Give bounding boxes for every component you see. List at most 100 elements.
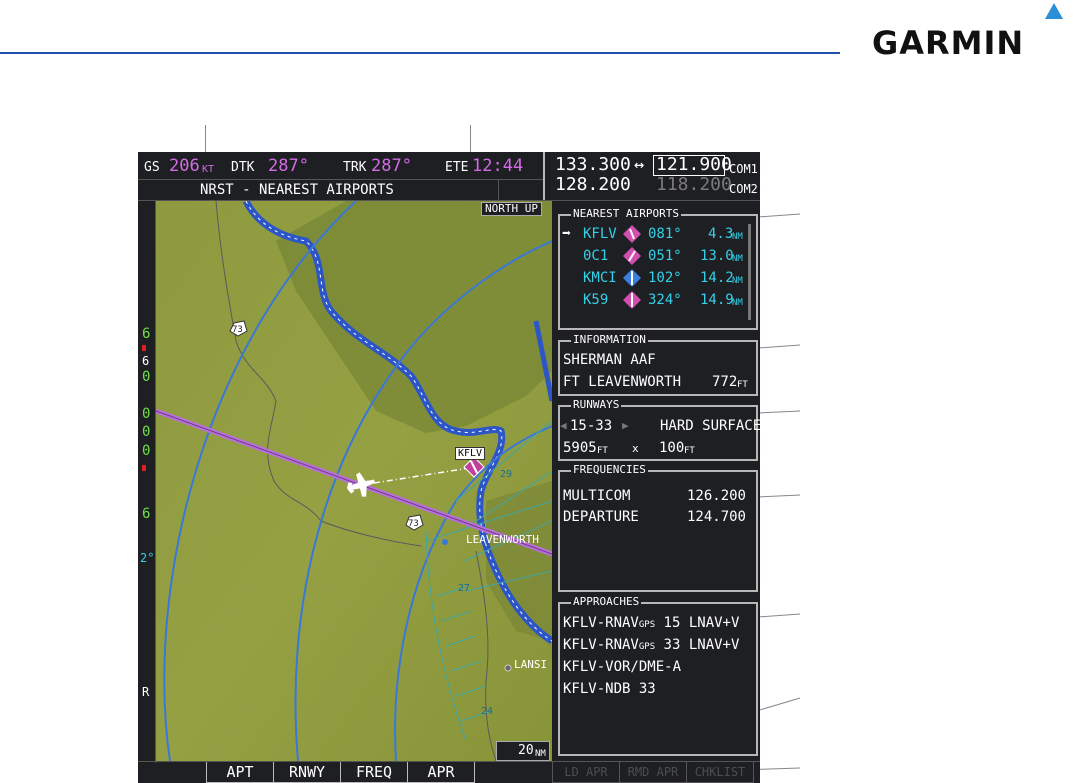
swap-arrow-icon[interactable]: ↔: [634, 157, 644, 174]
approach-subscript: GPS: [638, 642, 656, 652]
runway-prev-icon[interactable]: ◀: [560, 418, 567, 434]
frequency-name: MULTICOM: [563, 488, 631, 504]
strip-num: 0: [142, 406, 151, 422]
airport-name: SHERMAN AAF: [563, 352, 656, 368]
runway-designator[interactable]: 15-33: [570, 418, 612, 434]
dtk-value: 287°: [268, 156, 309, 176]
runway-surface: HARD SURFACE: [660, 418, 760, 434]
runways-title: RUNWAYS: [571, 398, 622, 411]
strip-num: 0: [142, 424, 151, 440]
softkey-ld-apr[interactable]: LD APR: [552, 762, 620, 783]
airport-symbol-icon: [623, 269, 641, 287]
airport-symbol-icon: [623, 247, 641, 265]
mfd-display: GS 206 KT DTK 287° TRK 287° ETE 12:44 NR…: [138, 152, 760, 783]
city-map-label: LANSI: [514, 658, 548, 671]
strip-num: 0: [142, 443, 151, 459]
approach-item[interactable]: KFLV-RNAVGPS 33 LNAV+V: [563, 637, 739, 655]
nearest-airports-title: NEAREST AIRPORTS: [571, 207, 681, 220]
frequency-name: DEPARTURE: [563, 509, 639, 525]
airport-elevation: 772: [712, 374, 738, 390]
airport-distance-unit: NM: [732, 276, 743, 286]
gs-value: 206: [169, 156, 200, 176]
approach-name: KFLV-VOR/DME-A: [563, 659, 682, 675]
strip-red-mark: [142, 465, 146, 471]
softkey-freq[interactable]: FREQ: [340, 762, 408, 783]
airport-ident[interactable]: K59: [583, 292, 608, 308]
approach-suffix: 15 LNAV+V: [655, 615, 740, 631]
com2-standby: 118.200: [656, 174, 732, 195]
frequencies-title: FREQUENCIES: [571, 463, 648, 476]
runway-width-unit: FT: [684, 446, 695, 456]
road-number: 24: [481, 706, 494, 717]
map-range-unit: NM: [535, 749, 546, 759]
strip-num: R: [142, 685, 150, 699]
nearest-airports-scrollbar[interactable]: [748, 224, 751, 320]
airport-ident[interactable]: 0C1: [583, 248, 608, 264]
trk-label: TRK: [343, 160, 367, 175]
strip-num: 6: [142, 326, 151, 342]
airport-ident[interactable]: KMCI: [583, 270, 617, 286]
road-number: 29: [500, 469, 513, 480]
map-orientation-label[interactable]: NORTH UP: [481, 202, 542, 216]
airport-distance: 13.0: [700, 248, 734, 264]
runway-by: x: [632, 442, 639, 455]
strip-num: 6: [142, 354, 150, 368]
airport-distance: 14.2: [700, 270, 734, 286]
runway-next-icon[interactable]: ▶: [622, 418, 629, 434]
com2-label: COM2: [729, 182, 758, 196]
runway-length-unit: FT: [597, 446, 608, 456]
approach-name: KFLV-RNAV: [563, 637, 639, 653]
map-range-value: 20: [518, 743, 534, 758]
approach-item[interactable]: KFLV-VOR/DME-A: [563, 659, 681, 675]
approach-name: KFLV-RNAV: [563, 615, 639, 631]
strip-num: 0: [142, 369, 151, 385]
strip-num: 6: [142, 506, 151, 522]
frequency-value[interactable]: 126.200: [686, 488, 746, 504]
strip-red-mark: [142, 345, 146, 351]
top-bar-divider: [138, 179, 543, 180]
airport-bearing: 051°: [648, 248, 682, 264]
road-number: 27: [458, 583, 471, 594]
com-block-divider: [543, 152, 545, 200]
airport-distance: 4.3: [708, 226, 734, 242]
softkey-apr[interactable]: APR: [407, 762, 475, 783]
information-title: INFORMATION: [571, 333, 648, 346]
airport-distance: 14.9: [700, 292, 734, 308]
airport-city: FT LEAVENWORTH: [563, 374, 682, 390]
page-title: NRST - NEAREST AIRPORTS: [200, 182, 394, 198]
approach-suffix: 33 LNAV+V: [655, 637, 740, 653]
road-shield-label: 73: [408, 519, 419, 529]
map-graphics: [156, 201, 552, 761]
ete-label: ETE: [445, 160, 469, 175]
airport-map-label[interactable]: KFLV: [455, 447, 486, 460]
airport-symbol-icon: [623, 291, 641, 309]
approaches-title: APPROACHES: [571, 595, 642, 608]
airport-ident[interactable]: KFLV: [583, 226, 617, 242]
airport-symbol-icon: [623, 225, 641, 243]
airport-bearing: 081°: [648, 226, 682, 242]
left-instrument-strip: [138, 201, 156, 763]
dtk-label: DTK: [231, 160, 255, 175]
runway-length: 5905: [563, 440, 597, 456]
approach-item[interactable]: KFLV-RNAVGPS 15 LNAV+V: [563, 615, 739, 633]
airport-distance-unit: NM: [732, 254, 743, 264]
ete-value: 12:44: [472, 156, 524, 176]
navigation-map[interactable]: 73 73 27 24 29 KFLV LEAVENWORTH LANSI NO…: [156, 201, 552, 761]
approach-subscript: GPS: [638, 620, 656, 630]
softkey-rmd-apr[interactable]: RMD APR: [619, 762, 687, 783]
softkey-chklist[interactable]: CHKLIST: [686, 762, 754, 783]
softkey-rnwy[interactable]: RNWY: [273, 762, 341, 783]
airport-bearing: 102°: [648, 270, 682, 286]
selection-arrow-icon: ➡: [562, 224, 572, 242]
airport-distance-unit: NM: [732, 298, 743, 308]
approach-name: KFLV-NDB 33: [563, 681, 656, 697]
city-map-label: LEAVENWORTH: [466, 533, 539, 546]
frequency-value[interactable]: 124.700: [686, 509, 746, 525]
com1-standby[interactable]: 121.900: [656, 156, 732, 174]
com1-label: COM1: [729, 162, 758, 176]
softkey-apt[interactable]: APT: [206, 762, 274, 783]
com2-active: 128.200: [555, 174, 631, 195]
approach-item[interactable]: KFLV-NDB 33: [563, 681, 656, 697]
gs-label: GS: [144, 160, 160, 175]
garmin-logo-triangle-icon: [1045, 3, 1063, 19]
